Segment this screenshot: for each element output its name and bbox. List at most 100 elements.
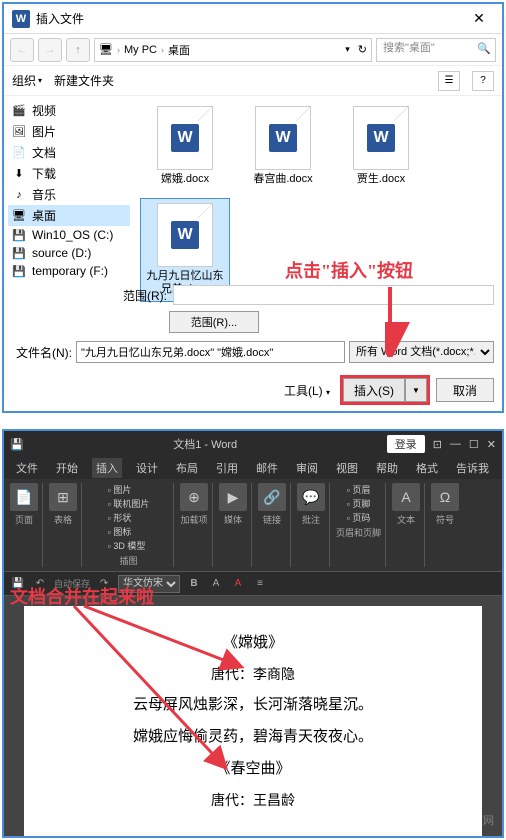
maximize-icon[interactable]: ☐ xyxy=(469,438,479,451)
table-icon[interactable]: ⊞ xyxy=(49,483,77,511)
autosave-icon: 💾 xyxy=(10,438,24,451)
filetype-select[interactable]: 所有 Word 文档(*.docx;*.doc) xyxy=(349,341,494,363)
bold-icon[interactable]: B xyxy=(186,576,202,592)
dialog-title: 插入文件 xyxy=(36,10,464,27)
back-button[interactable]: ← xyxy=(10,38,34,62)
range-input[interactable] xyxy=(173,285,494,305)
ribbon-tab[interactable]: 文件 xyxy=(12,458,42,478)
insert-button-highlight: 插入(S) ▼ xyxy=(340,375,430,405)
login-button[interactable]: 登录 xyxy=(387,435,425,453)
file-name: 贾生.docx xyxy=(357,173,405,186)
file-item[interactable]: W贾生.docx xyxy=(336,102,426,190)
navigation-bar: ← → ↑ 🖥 › My PC › 桌面 ▾ ↻ 搜索"桌面" xyxy=(4,34,502,66)
ribbon-tab[interactable]: 插入 xyxy=(92,458,122,478)
docx-icon: W xyxy=(255,106,311,170)
ribbon-tab[interactable]: 格式 xyxy=(412,458,442,478)
font-color-icon[interactable]: A xyxy=(230,576,246,592)
close-button[interactable]: ✕ xyxy=(464,9,494,29)
ribbon-tab[interactable]: 视图 xyxy=(332,458,362,478)
file-item[interactable]: W 春宫曲.docx xyxy=(238,102,328,190)
word-window: 💾 文档1 - Word 登录 ⊡ — ☐ ✕ 文件开始插入设计布局引用邮件审阅… xyxy=(2,429,504,838)
font-size-icon[interactable]: A xyxy=(208,576,224,592)
sidebar-item[interactable]: ♪音乐 xyxy=(8,184,130,205)
sidebar-item[interactable]: ⬇下载 xyxy=(8,163,130,184)
sidebar-item[interactable]: 🎬视频 xyxy=(8,100,130,121)
path-current[interactable]: 桌面 xyxy=(168,42,190,58)
insert-button[interactable]: 插入(S) xyxy=(343,378,405,402)
poem-title-2: 《春空曲》 xyxy=(54,754,452,784)
ribbon-tab[interactable]: 设计 xyxy=(132,458,162,478)
link-icon[interactable]: 🔗 xyxy=(258,483,286,511)
docx-icon: W xyxy=(157,203,213,267)
help-button[interactable]: ? xyxy=(472,71,494,91)
ribbon-item[interactable]: ▫ 图标 xyxy=(108,525,150,538)
tools-menu[interactable]: 工具(L) ▾ xyxy=(284,382,330,399)
path-sep-icon: › xyxy=(117,45,120,55)
ribbon-group-comments: 💬 批注 xyxy=(293,483,330,567)
dropdown-icon[interactable]: ▾ xyxy=(345,44,350,55)
page-icon[interactable]: 📄 xyxy=(10,483,38,511)
file-name: 春宫曲.docx xyxy=(253,173,312,186)
forward-button[interactable]: → xyxy=(38,38,62,62)
symbol-icon[interactable]: Ω xyxy=(431,483,459,511)
ribbon-tab[interactable]: 告诉我 xyxy=(452,458,493,478)
file-name: 嫦娥.docx xyxy=(161,173,209,186)
sidebar-item[interactable]: 💾Win10_OS (C:) xyxy=(8,226,130,244)
folder-icon: 💾 xyxy=(12,228,26,242)
search-input[interactable]: 搜索"桌面" xyxy=(376,38,496,62)
path-root[interactable]: My PC xyxy=(124,44,157,56)
folder-icon: 🖥 xyxy=(12,209,26,223)
sidebar-item[interactable]: 💾temporary (F:) xyxy=(8,262,130,280)
minimize-icon[interactable]: — xyxy=(450,438,461,451)
ribbon-group-illustrations: ▫ 图片▫ 联机图片▫ 形状▫ 图标▫ 3D 模型 插图 xyxy=(84,483,174,567)
ribbon-item[interactable]: ▫ 形状 xyxy=(108,511,150,524)
organize-menu[interactable]: 组织 ▾ xyxy=(12,72,42,89)
path-sep-icon: › xyxy=(161,45,164,55)
sidebar-item[interactable]: 🖥 桌面 xyxy=(8,205,130,226)
folder-icon: 💾 xyxy=(12,264,26,278)
ribbon-tab[interactable]: 引用 xyxy=(212,458,242,478)
ribbon-tab[interactable]: 布局 xyxy=(172,458,202,478)
poem-line: 云母屏风烛影深，长河渐落晓星沉。 xyxy=(54,690,452,720)
cancel-button[interactable]: 取消 xyxy=(436,378,494,402)
ribbon-item[interactable]: ▫ 页眉 xyxy=(347,483,371,496)
file-list: W嫦娥.docxW春宫曲.docxW贾生.docxW九月九日忆山东兄弟.docx xyxy=(134,96,502,281)
ribbon-group-header: ▫ 页眉▫ 页脚▫ 页码 页眉和页脚 xyxy=(332,483,386,567)
close-icon[interactable]: ✕ xyxy=(487,438,496,451)
callout-merged: 文档合并在起来啦 xyxy=(10,583,154,609)
ribbon-tab[interactable]: 邮件 xyxy=(252,458,282,478)
align-icon[interactable]: ≡ xyxy=(252,576,268,592)
filename-input[interactable] xyxy=(76,341,345,363)
ribbon-item[interactable]: ▫ 联机图片 xyxy=(108,497,150,510)
document-page[interactable]: 《嫦娥》 唐代：李商隐 云母屏风烛影深，长河渐落晓星沉。 嫦娥应悔偷灵药，碧海青… xyxy=(24,606,482,836)
refresh-icon[interactable]: ↻ xyxy=(358,43,367,56)
ribbon-tab[interactable]: 帮助 xyxy=(372,458,402,478)
insert-dropdown[interactable]: ▼ xyxy=(405,378,427,402)
file-item[interactable]: W嫦娥.docx xyxy=(140,102,230,190)
range-button[interactable]: 范围(R)... xyxy=(169,311,259,333)
insert-file-dialog: W 插入文件 ✕ ← → ↑ 🖥 › My PC › 桌面 ▾ ↻ 搜索"桌面"… xyxy=(2,2,504,413)
sidebar-label: 桌面 xyxy=(32,207,56,224)
ribbon-item[interactable]: ▫ 3D 模型 xyxy=(108,539,150,552)
sidebar-item[interactable]: 🖼图片 xyxy=(8,121,130,142)
poem-author-2: 唐代：王昌龄 xyxy=(54,786,452,814)
addin-icon[interactable]: ⊕ xyxy=(180,483,208,511)
pc-icon: 🖥 xyxy=(99,43,113,56)
ribbon-tab[interactable]: 开始 xyxy=(52,458,82,478)
view-mode-button[interactable]: ☰ xyxy=(438,71,460,91)
sidebar-item[interactable]: 📄文档 xyxy=(8,142,130,163)
ribbon-item[interactable]: ▫ 图片 xyxy=(108,483,150,496)
up-button[interactable]: ↑ xyxy=(66,38,90,62)
ribbon-options-icon[interactable]: ⊡ xyxy=(433,438,442,451)
new-folder-button[interactable]: 新建文件夹 xyxy=(54,72,114,89)
path-bar[interactable]: 🖥 › My PC › 桌面 ▾ ↻ xyxy=(94,38,372,62)
comment-icon[interactable]: 💬 xyxy=(297,483,325,511)
text-icon[interactable]: A xyxy=(392,483,420,511)
media-icon[interactable]: ▶ xyxy=(219,483,247,511)
ribbon-group-text: A 文本 xyxy=(388,483,425,567)
sidebar-item[interactable]: 💾source (D:) xyxy=(8,244,130,262)
ribbon-item[interactable]: ▫ 页码 xyxy=(347,511,371,524)
sidebar-item[interactable]: 💾dowload (G:) xyxy=(8,280,130,281)
ribbon-item[interactable]: ▫ 页脚 xyxy=(347,497,371,510)
ribbon-tab[interactable]: 审阅 xyxy=(292,458,322,478)
